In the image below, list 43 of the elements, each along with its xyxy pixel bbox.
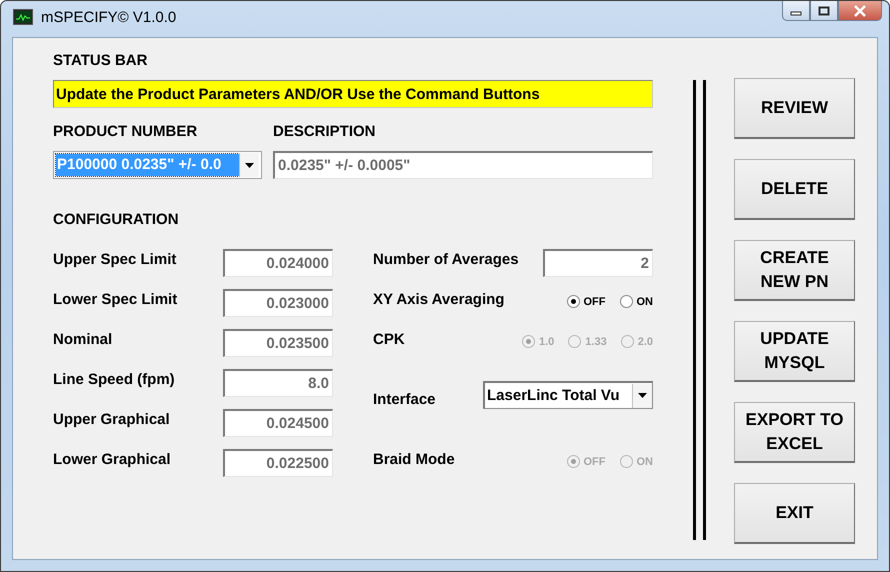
field-label: Braid Mode [373,450,455,469]
close-icon [853,4,867,16]
description-field[interactable]: 0.0235" +/- 0.0005" [273,151,653,179]
radio-option[interactable]: OFF [566,295,606,308]
interface-dropdown[interactable]: LaserLinc Total Vu [483,381,653,409]
input-field[interactable]: 0.024000 [223,249,333,277]
field-label: Interface [373,390,436,409]
product-label: PRODUCT NUMBER [53,123,198,140]
input-field[interactable]: 2 [543,249,653,277]
caret-icon [638,393,647,398]
command-button[interactable]: UPDATE MYSQL [734,321,855,382]
field-label: Upper Spec Limit [53,250,176,269]
field-label: Lower Graphical [53,450,171,469]
field-label: Line Speed (fpm) [53,370,175,389]
configuration-heading: CONFIGURATION [53,211,179,228]
product-dropdown[interactable]: P100000 0.0235" +/- 0.0 [53,151,262,179]
command-button[interactable]: DELETE [734,159,855,220]
caret-icon [245,162,254,168]
minimize-button[interactable] [782,1,810,21]
field-label: Nominal [53,330,112,349]
command-button[interactable]: EXPORT TO EXCEL [734,402,855,463]
description-label: DESCRIPTION [273,123,376,140]
radio-option[interactable]: ON [620,295,653,308]
field-label: Lower Spec Limit [53,290,178,309]
field-label: Number of Averages [373,250,519,269]
maximize-icon [818,6,830,16]
input-field[interactable]: 0.023500 [223,329,333,357]
field-label: Upper Graphical [53,410,170,429]
field-label: CPK [373,330,405,349]
maximize-button[interactable] [810,1,838,21]
field-label: XY Axis Averaging [373,290,504,309]
status-bar: Update the Product Parameters AND/OR Use the Command Buttons [53,80,653,108]
window-title: mSPECIFY© V1.0.0 [41,9,176,27]
command-button[interactable]: CREATE NEW PN [734,240,855,301]
command-button[interactable]: REVIEW [734,78,855,139]
input-field[interactable]: 0.022500 [223,449,333,477]
input-field[interactable]: 0.024500 [223,409,333,437]
close-button[interactable] [838,1,882,21]
command-button[interactable]: EXIT [734,483,855,544]
monitor-icon [13,9,33,25]
input-field[interactable]: 0.023000 [223,289,333,317]
status-label: STATUS BAR [53,52,148,70]
input-field[interactable]: 8.0 [223,369,333,397]
